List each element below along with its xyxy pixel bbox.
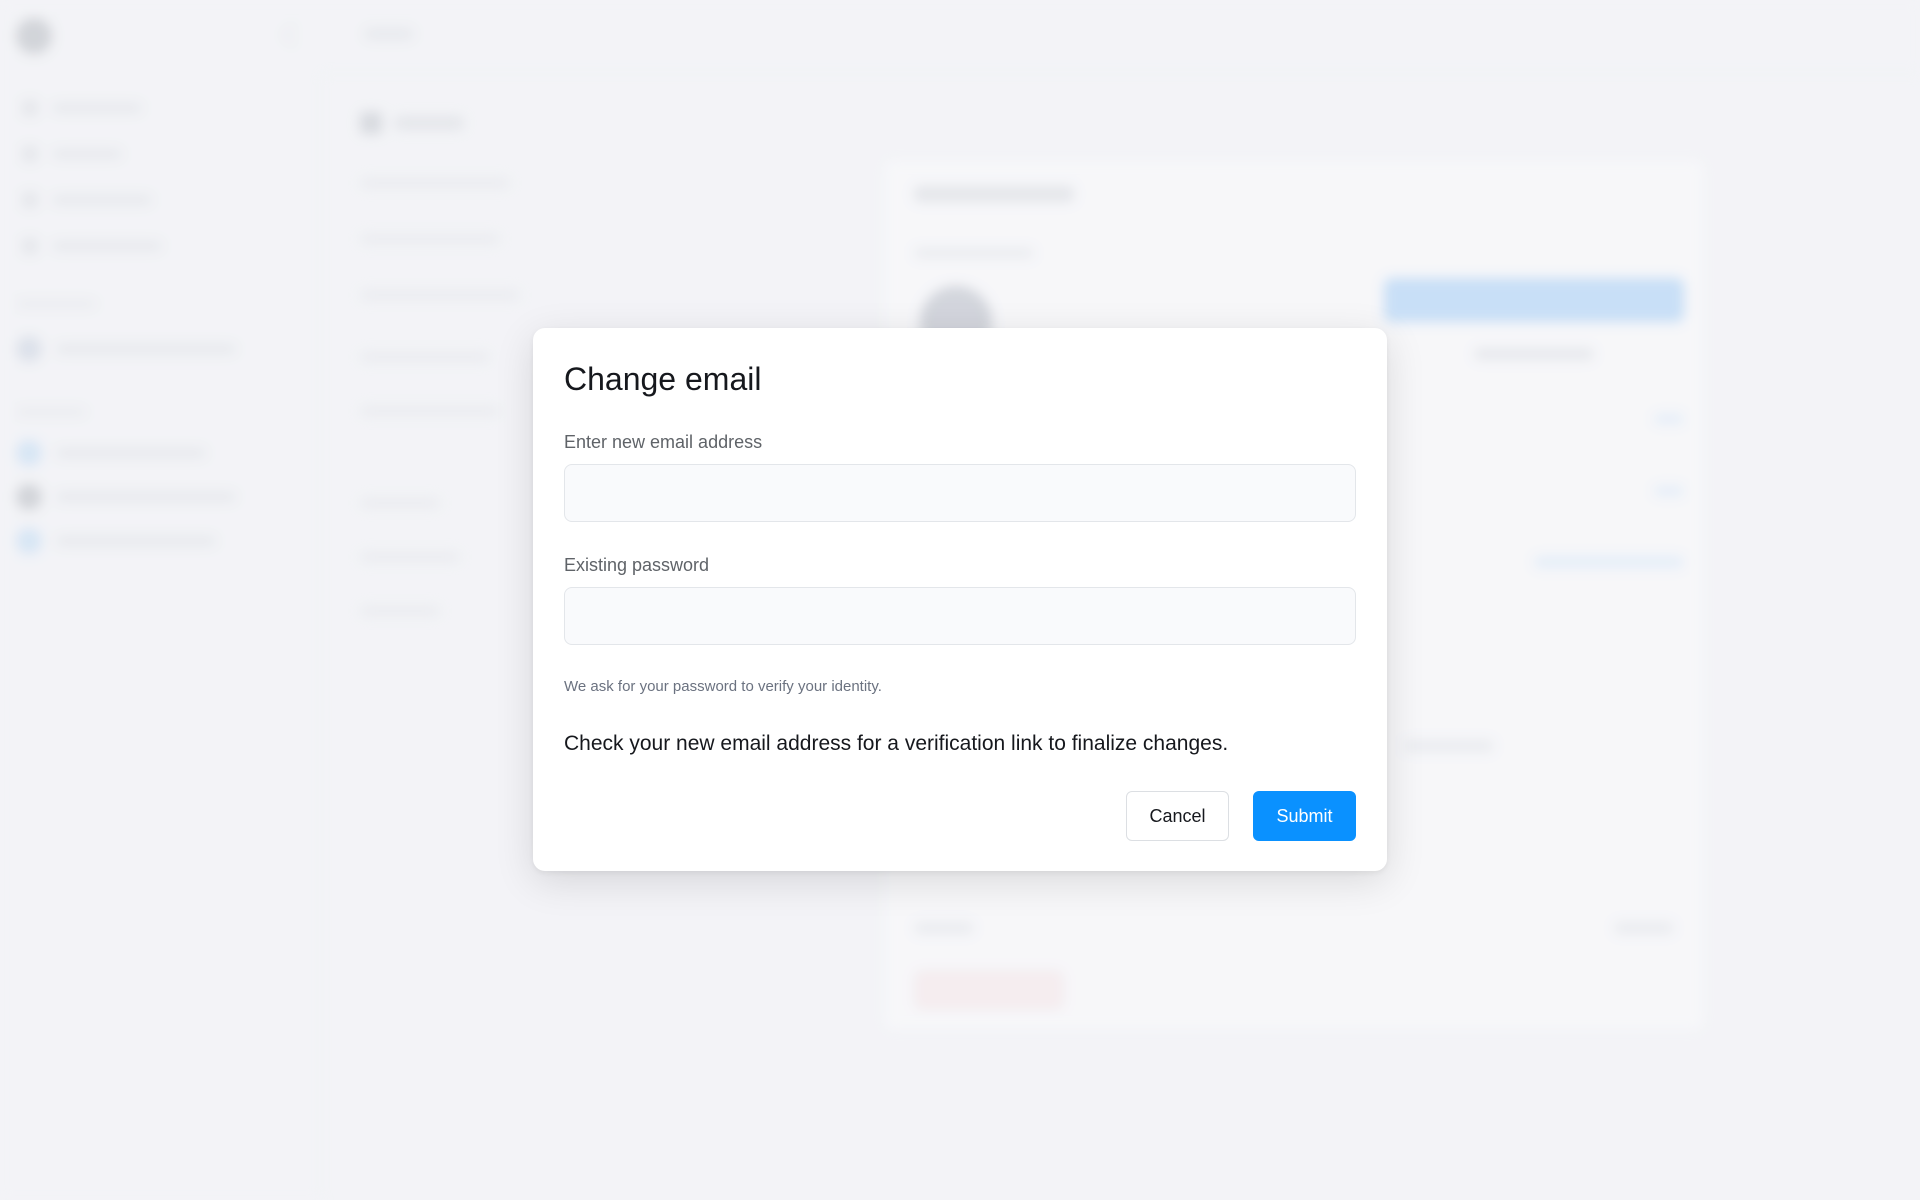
submit-button[interactable]: Submit <box>1253 791 1356 841</box>
dialog-title: Change email <box>564 361 762 397</box>
existing-password-input[interactable] <box>564 587 1356 645</box>
password-field-label: Existing password <box>564 555 710 575</box>
verification-info: Check your new email address for a verif… <box>564 732 1229 755</box>
cancel-button[interactable]: Cancel <box>1126 791 1229 841</box>
password-hint: We ask for your password to verify your … <box>564 678 882 695</box>
change-email-dialog: Change email Enter new email address Exi… <box>533 328 1387 871</box>
new-email-input[interactable] <box>564 464 1356 522</box>
app-window: Change email Enter new email address Exi… <box>0 0 1920 1200</box>
email-field-label: Enter new email address <box>564 432 763 452</box>
